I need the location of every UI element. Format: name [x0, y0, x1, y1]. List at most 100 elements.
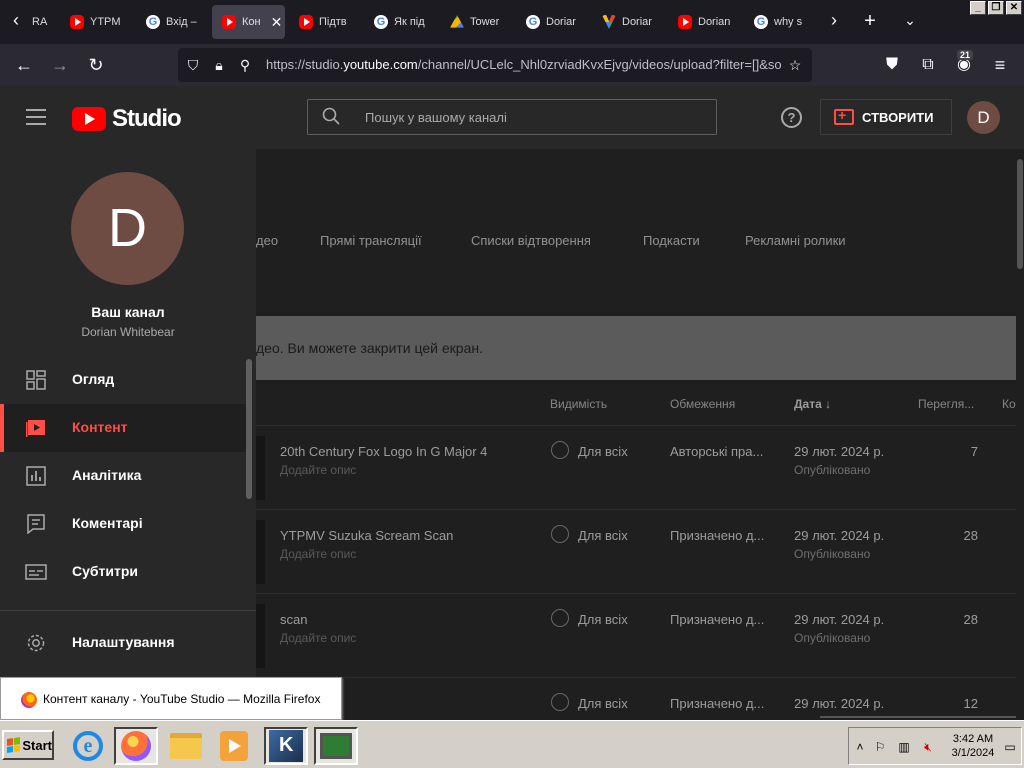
- action-center-flag-icon[interactable]: ⚐: [873, 740, 887, 754]
- tab-label: Кон: [242, 16, 261, 28]
- column-views[interactable]: Перегля...: [918, 397, 974, 411]
- browser-tab-active[interactable]: Кон ✕: [212, 5, 285, 39]
- sidebar-item-analytics[interactable]: Аналітика: [0, 452, 246, 500]
- hamburger-menu-icon[interactable]: [26, 109, 46, 130]
- restore-icon[interactable]: ❐: [988, 1, 1004, 15]
- help-icon[interactable]: ?: [781, 107, 802, 128]
- pocket-icon[interactable]: ⛊: [880, 53, 904, 77]
- system-clock[interactable]: 3:42 AM 3/1/2024: [949, 732, 997, 760]
- tab-promotions[interactable]: Рекламні ролики: [745, 233, 846, 248]
- youtube-studio-page: Studio Пошук у вашому каналі ? СТВОРИТИ …: [0, 86, 1024, 718]
- browser-tab[interactable]: Tower: [440, 5, 510, 39]
- browser-tab[interactable]: RA: [20, 5, 50, 39]
- channel-avatar[interactable]: D: [71, 172, 184, 285]
- show-desktop-icon[interactable]: ▭: [1003, 740, 1017, 754]
- studio-logo[interactable]: Studio: [72, 105, 182, 133]
- sidebar-scrollbar[interactable]: [246, 359, 252, 499]
- browser-tab[interactable]: G Як під: [364, 5, 434, 39]
- restriction-value[interactable]: Призначено д...: [670, 528, 766, 543]
- sidebar-item-content[interactable]: Контент: [0, 404, 246, 452]
- new-tab-icon[interactable]: +: [858, 10, 882, 33]
- tab-podcasts[interactable]: Подкасти: [643, 233, 700, 248]
- sidebar-item-comments[interactable]: Коментарі: [0, 500, 246, 548]
- bookmark-star-icon[interactable]: ☆: [786, 56, 804, 74]
- page-scrollbar[interactable]: [1016, 149, 1024, 718]
- visibility-value[interactable]: Для всіх: [578, 696, 628, 711]
- column-visibility[interactable]: Видимість: [550, 397, 607, 411]
- video-description[interactable]: Додайте опис: [280, 547, 356, 561]
- forward-icon[interactable]: →: [48, 53, 72, 77]
- taskbar-app-kdenlive[interactable]: [264, 727, 308, 765]
- minimize-icon[interactable]: _: [970, 1, 986, 15]
- windows-logo-icon: [7, 737, 21, 753]
- back-icon[interactable]: ←: [12, 53, 36, 77]
- sidebar-item-label: Огляд: [72, 371, 115, 387]
- extensions-icon[interactable]: ⧉: [916, 53, 940, 77]
- close-window-icon[interactable]: ✕: [1006, 1, 1022, 15]
- tab-label: Doriar: [622, 16, 652, 28]
- browser-tab[interactable]: YTPM: [60, 5, 128, 39]
- video-title[interactable]: 20th Century Fox Logo In G Major 4: [280, 444, 487, 459]
- create-button[interactable]: СТВОРИТИ: [820, 99, 952, 135]
- browser-tab[interactable]: Doriar: [592, 5, 662, 39]
- visibility-value[interactable]: Для всіх: [578, 528, 628, 543]
- start-label: Start: [22, 737, 52, 753]
- globe-icon: [551, 609, 569, 627]
- video-description[interactable]: Додайте опис: [280, 631, 356, 645]
- browser-tab[interactable]: Підтв: [289, 5, 359, 39]
- volume-muted-icon[interactable]: 🔇︎: [921, 740, 935, 754]
- tab-label: Підтв: [319, 16, 347, 28]
- show-hidden-icons-icon[interactable]: ˄: [853, 740, 867, 754]
- shield-icon[interactable]: ⛉: [184, 56, 202, 74]
- sidebar-item-settings[interactable]: Налаштування: [0, 619, 246, 667]
- video-title[interactable]: YTPMV Suzuka Scream Scan: [280, 528, 453, 543]
- scrollbar-thumb[interactable]: [1017, 159, 1023, 269]
- taskbar-app-explorer[interactable]: [164, 727, 208, 765]
- taskbar-app-media[interactable]: [212, 727, 256, 765]
- list-all-tabs-icon[interactable]: ⌄: [898, 12, 922, 29]
- drive-icon: [450, 15, 464, 28]
- column-date[interactable]: Дата ↓: [794, 397, 831, 411]
- sidebar-item-subtitles[interactable]: Субтитри: [0, 548, 246, 596]
- taskbar-app-ie[interactable]: e: [66, 727, 110, 765]
- browser-tab[interactable]: G why s: [744, 5, 814, 39]
- taskbar-app-monitor[interactable]: [314, 727, 358, 765]
- column-restrictions[interactable]: Обмеження: [670, 397, 735, 411]
- reload-icon[interactable]: ↻: [84, 53, 108, 77]
- column-comments[interactable]: Ко: [1002, 397, 1016, 411]
- url-text[interactable]: https://studio.youtube.com/channel/UCLel…: [266, 57, 784, 72]
- tab-videos[interactable]: део: [256, 233, 278, 248]
- tab-live[interactable]: Прямі трансляції: [320, 233, 422, 248]
- browser-tab[interactable]: G Вхід –: [136, 5, 206, 39]
- video-description[interactable]: Додайте опис: [280, 463, 356, 477]
- google-icon: G: [754, 15, 768, 29]
- browser-tab[interactable]: Dorian: [668, 5, 738, 39]
- your-channel-label[interactable]: Ваш канал: [0, 304, 256, 320]
- close-tab-icon[interactable]: ✕: [271, 14, 283, 31]
- channel-search-input[interactable]: Пошук у вашому каналі: [307, 99, 717, 135]
- start-button[interactable]: Start: [2, 730, 54, 760]
- tab-label: why s: [774, 16, 803, 28]
- sidebar-item-label: Контент: [72, 419, 128, 435]
- menu-icon[interactable]: ≡: [988, 53, 1012, 77]
- video-title[interactable]: scan: [280, 612, 307, 627]
- browser-tab[interactable]: G Doriar: [516, 5, 586, 39]
- visibility-value[interactable]: Для всіх: [578, 612, 628, 627]
- tab-scroll-right-icon[interactable]: ›: [822, 10, 846, 31]
- create-label: СТВОРИТИ: [862, 109, 934, 125]
- restriction-value[interactable]: Призначено д...: [670, 612, 766, 627]
- visibility-value[interactable]: Для всіх: [578, 444, 628, 459]
- restriction-value[interactable]: Призначено д...: [670, 696, 766, 711]
- taskbar-app-firefox[interactable]: [114, 727, 158, 765]
- horizontal-scrollbar[interactable]: [820, 716, 1016, 718]
- tab-playlists[interactable]: Списки відтворення: [471, 233, 591, 248]
- dashboard-icon: [26, 370, 46, 390]
- lock-icon[interactable]: 🔒︎: [210, 56, 228, 74]
- account-avatar[interactable]: D: [967, 101, 1000, 134]
- network-icon[interactable]: ▥: [897, 740, 911, 754]
- sidebar-item-dashboard[interactable]: Огляд: [0, 356, 246, 404]
- url-bar[interactable]: ⛉ 🔒︎ ⚲ https://studio.youtube.com/channe…: [178, 48, 812, 82]
- content-icon: [26, 420, 45, 437]
- restriction-value[interactable]: Авторські пра...: [670, 444, 766, 459]
- permissions-icon[interactable]: ⚲: [236, 56, 254, 74]
